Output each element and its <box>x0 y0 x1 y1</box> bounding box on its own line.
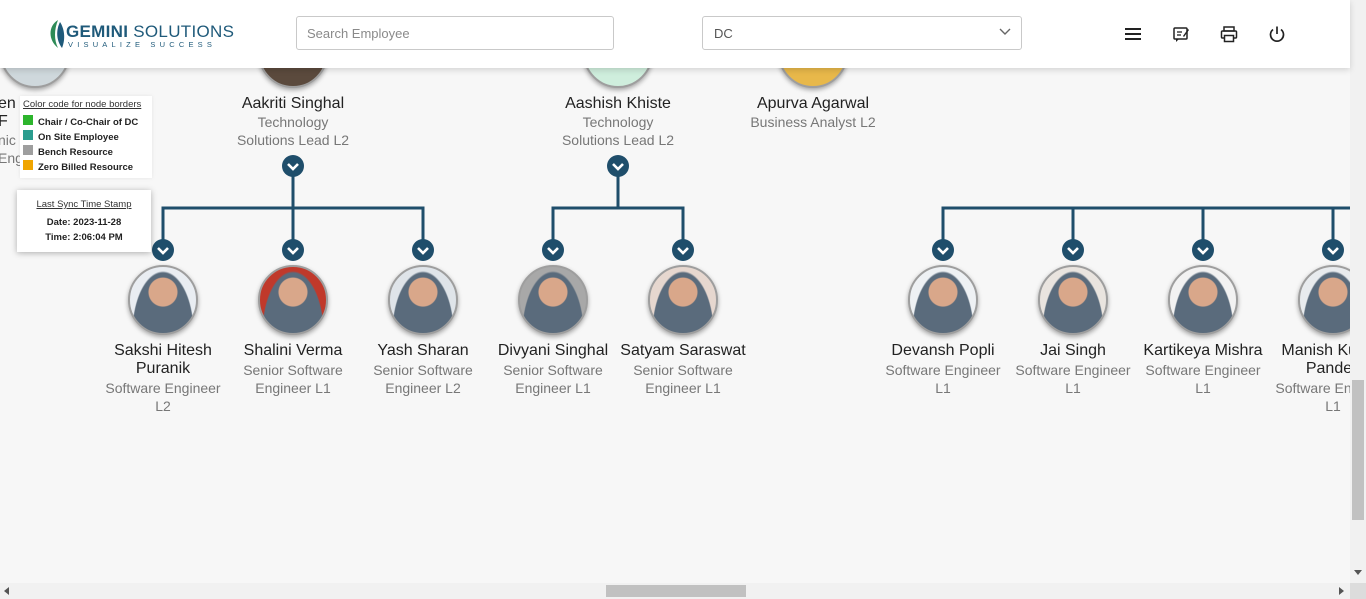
vertical-scrollbar[interactable] <box>1350 0 1366 583</box>
manager-role: Business Analyst L2 <box>750 114 876 130</box>
expand-toggle-icon[interactable] <box>542 239 564 261</box>
avatar[interactable] <box>388 265 458 335</box>
employee-role: Software Engineer L2 <box>105 380 221 414</box>
expand-toggle-icon[interactable] <box>412 239 434 261</box>
avatar[interactable] <box>1168 265 1238 335</box>
expand-toggle-icon[interactable] <box>282 155 304 177</box>
group-select-value: DC <box>714 26 733 41</box>
horizontal-scroll-thumb[interactable] <box>606 585 746 597</box>
manager-name[interactable]: Aashish Khiste <box>553 95 683 113</box>
manager-name[interactable]: Aakriti Singhal <box>228 95 358 113</box>
expand-toggle-icon[interactable] <box>607 155 629 177</box>
search-employee-input[interactable] <box>296 16 614 50</box>
manager-role: Technology Solutions Lead L2 <box>561 114 675 148</box>
manager-name[interactable]: Apurva Agarwal <box>748 95 878 113</box>
horizontal-scrollbar[interactable] <box>0 583 1350 599</box>
partial-node-name: en F <box>0 95 16 130</box>
expand-toggle-icon[interactable] <box>932 239 954 261</box>
employee-role: Senior Software Engineer L2 <box>373 362 473 396</box>
menu-icon[interactable] <box>1124 25 1142 43</box>
sync-time: Time: 2:06:04 PM <box>45 232 123 243</box>
manager-role: Technology Solutions Lead L2 <box>236 114 350 148</box>
employee-name[interactable]: Satyam Saraswat <box>618 342 748 360</box>
employee-role: Senior Software Engineer L1 <box>503 362 603 396</box>
employee-role: Software Engineer L1 <box>1015 362 1131 396</box>
legend-item: Zero Billed Resource <box>23 159 152 174</box>
scrollbar-corner <box>1350 583 1366 599</box>
sync-title: Last Sync Time Stamp <box>36 199 132 210</box>
avatar[interactable] <box>518 265 588 335</box>
employee-name[interactable]: Kartikeya Mishra <box>1138 342 1268 360</box>
vertical-scroll-thumb[interactable] <box>1352 380 1364 520</box>
avatar[interactable] <box>128 265 198 335</box>
employee-role: Senior Software Engineer L1 <box>243 362 343 396</box>
employee-name[interactable]: Yash Sharan <box>358 342 488 360</box>
chevron-down-icon <box>999 28 1011 35</box>
expand-toggle-icon[interactable] <box>1322 239 1344 261</box>
legend-title: Color code for node borders <box>23 99 142 110</box>
expand-toggle-icon[interactable] <box>152 239 174 261</box>
employee-name[interactable]: Jai Singh <box>1008 342 1138 360</box>
employee-role: Senior Software Engineer L1 <box>633 362 733 396</box>
scroll-right-arrow-icon[interactable] <box>1339 587 1344 595</box>
expand-toggle-icon[interactable] <box>1192 239 1214 261</box>
employee-name[interactable]: Devansh Popli <box>878 342 1008 360</box>
avatar[interactable] <box>258 265 328 335</box>
gemini-logo: GEMINI SOLUTIONS VISUALIZE SUCCESS <box>46 16 234 52</box>
power-icon[interactable] <box>1268 25 1286 43</box>
sync-date: Date: 2023-11-28 <box>46 217 122 228</box>
expand-toggle-icon[interactable] <box>672 239 694 261</box>
edit-note-icon[interactable] <box>1172 25 1190 43</box>
expand-toggle-icon[interactable] <box>1062 239 1084 261</box>
avatar[interactable] <box>648 265 718 335</box>
legend-item: On Site Employee <box>23 129 152 144</box>
leaf-logo-icon <box>50 20 65 48</box>
employee-name[interactable]: Divyani Singhal <box>488 342 618 360</box>
sync-timestamp-card: Last Sync Time Stamp Date: 2023-11-28 Ti… <box>17 190 151 252</box>
top-header: GEMINI SOLUTIONS VISUALIZE SUCCESS DC <box>0 0 1350 68</box>
scroll-left-arrow-icon[interactable] <box>4 587 9 595</box>
org-chart: en F nic Eng Aakriti Singhal Technology … <box>0 0 1366 583</box>
employee-role: Software Engineer L1 <box>885 362 1001 396</box>
logo-tagline: VISUALIZE SUCCESS <box>68 40 217 49</box>
employee-name[interactable]: Sakshi Hitesh Puranik <box>98 342 228 378</box>
legend-item: Chair / Co-Chair of DC <box>23 114 152 129</box>
legend-item: Bench Resource <box>23 144 152 159</box>
partial-node-role: nic Eng <box>0 132 23 166</box>
employee-role: Software Engineer L1 <box>1145 362 1261 396</box>
avatar[interactable] <box>1038 265 1108 335</box>
print-icon[interactable] <box>1220 25 1238 43</box>
color-legend: Color code for node borders Chair / Co-C… <box>20 96 152 178</box>
scroll-down-arrow-icon[interactable] <box>1354 570 1362 575</box>
avatar[interactable] <box>908 265 978 335</box>
employee-name[interactable]: Shalini Verma <box>228 342 358 360</box>
expand-toggle-icon[interactable] <box>282 239 304 261</box>
group-select[interactable]: DC <box>702 16 1022 50</box>
logo-text: GEMINI SOLUTIONS <box>66 22 235 41</box>
